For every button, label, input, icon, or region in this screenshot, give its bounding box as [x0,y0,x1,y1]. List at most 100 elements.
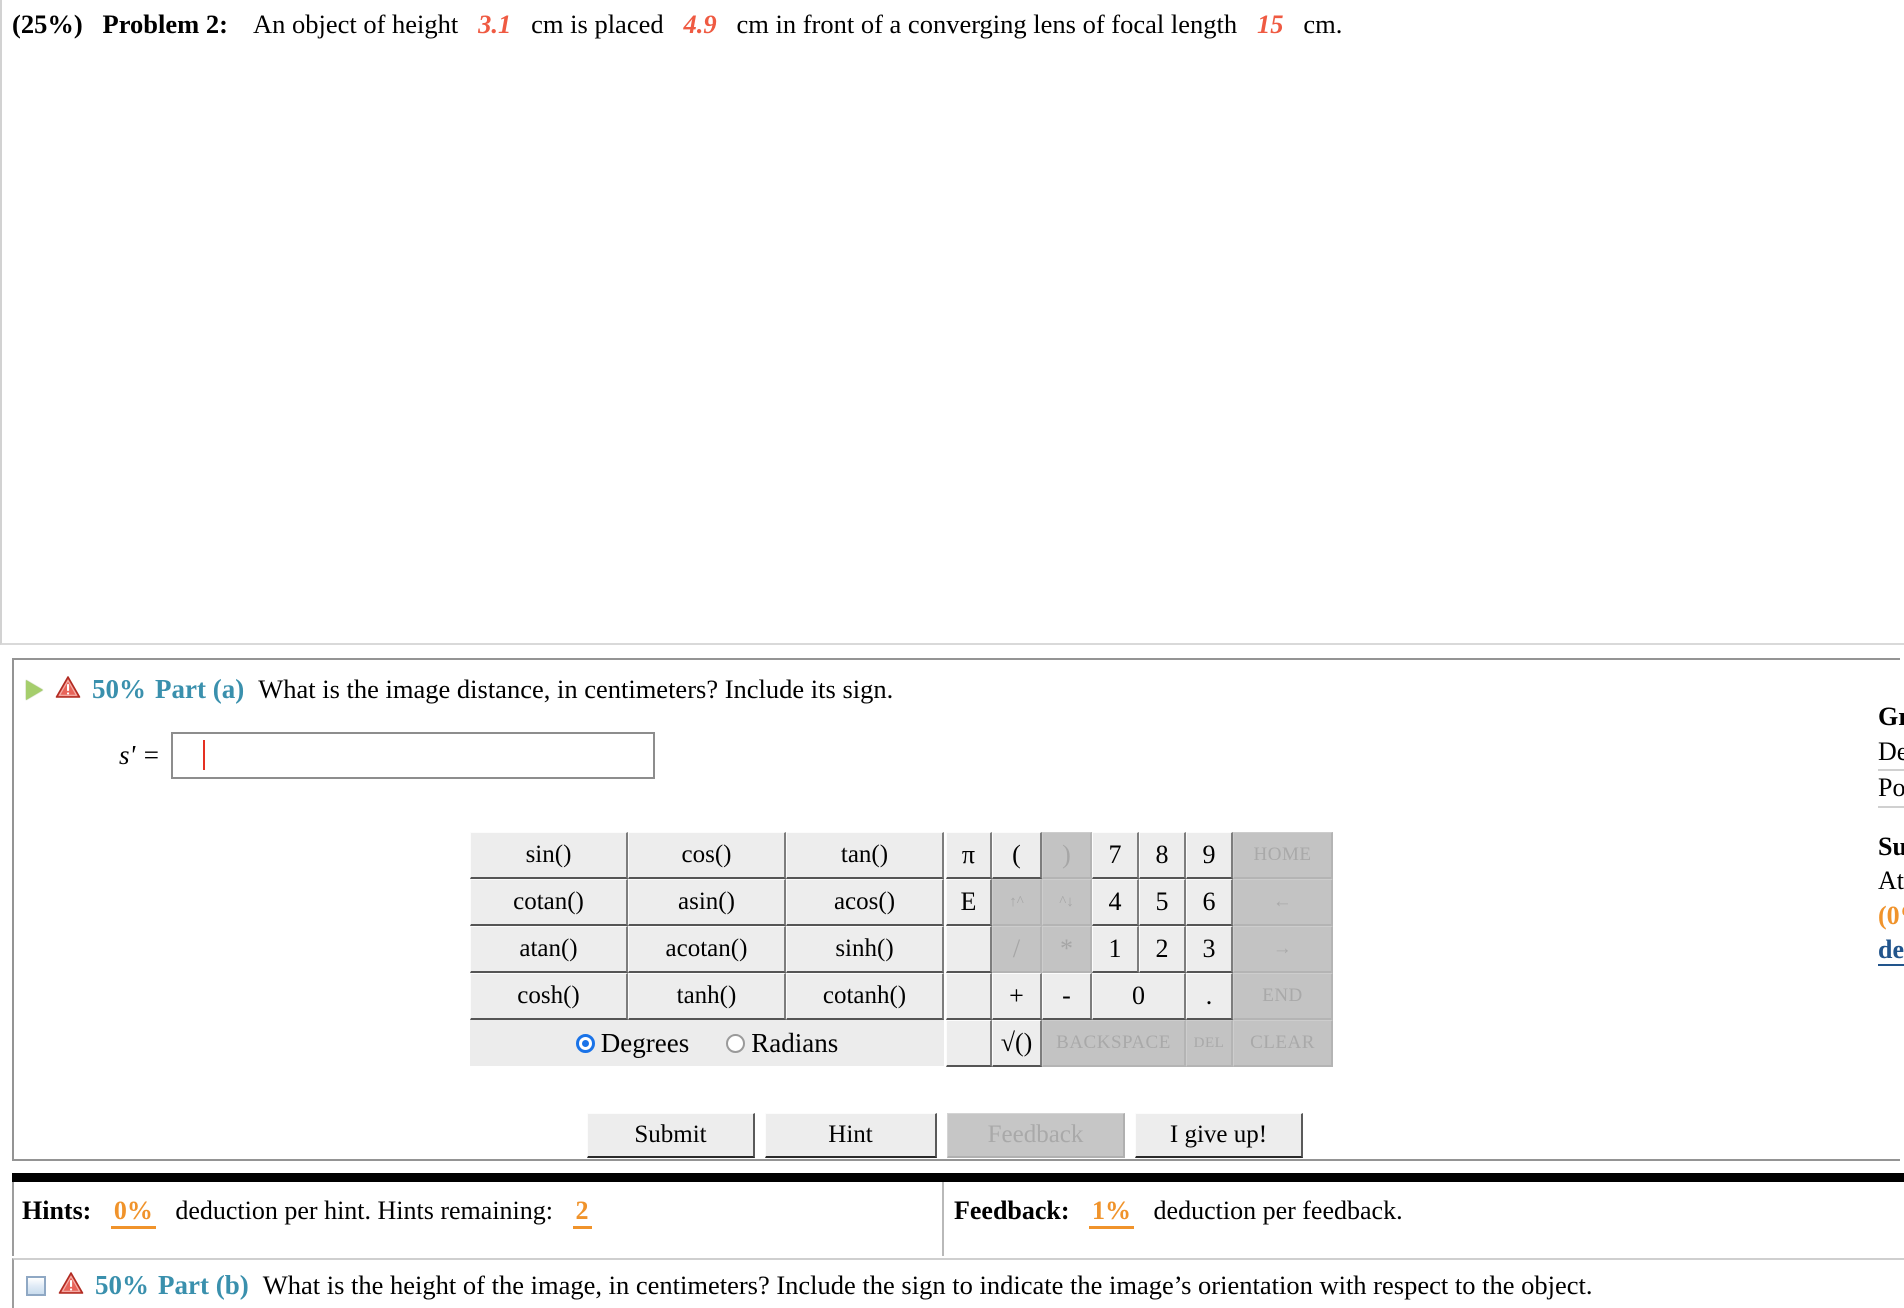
section-divider [12,1173,1904,1182]
key-2[interactable]: 2 [1139,926,1186,973]
key-arrow-right: → [1233,926,1333,973]
func-key-cos[interactable]: cos() [628,832,786,879]
problem-statement-text: (25%) Problem 2: An object of height 3.1… [12,8,1342,42]
func-key-acos[interactable]: acos() [786,879,944,926]
problem-text-part-4: cm. [1303,9,1343,39]
key-1[interactable]: 1 [1092,926,1139,973]
feedback-description: deduction per feedback. [1153,1196,1403,1225]
key-end: END [1233,973,1333,1020]
key-multiply: * [1042,926,1092,973]
feedback-deduction-percent: 1% [1089,1196,1135,1229]
key-pi[interactable]: π [946,832,992,879]
hints-deduction-percent: 0% [110,1196,156,1229]
func-key-atan[interactable]: atan() [470,926,628,973]
problem-distance-value: 4.9 [683,9,717,39]
radio-radians-dot[interactable] [726,1034,746,1054]
function-key-row: cotan() asin() acos() [470,879,944,926]
submit-button[interactable]: Submit [587,1113,755,1158]
answer-input[interactable] [171,732,656,779]
attempts-row: Attempts remaining: [1878,864,1904,899]
func-key-tan[interactable]: tan() [786,832,944,879]
submissions-heading: Submissions [1878,831,1904,861]
func-key-cosh[interactable]: cosh() [470,973,628,1020]
key-close-paren: ) [1042,832,1092,879]
attempts-remaining-label: Attempts remaining: [1878,866,1904,896]
func-key-sinh[interactable]: sinh() [786,926,944,973]
key-3[interactable]: 3 [1186,926,1233,973]
key-decimal[interactable]: . [1186,973,1233,1020]
collapsed-square-icon[interactable] [26,1275,46,1296]
key-sqrt[interactable]: √() [992,1020,1042,1067]
hints-label: Hints: [22,1196,92,1225]
func-key-acotan[interactable]: acotan() [628,926,786,973]
keypad-row: + - 0 . END [946,973,1333,1020]
radio-degrees[interactable]: Degrees [575,1028,689,1059]
part-b-percent: 50% [95,1270,149,1300]
give-up-button[interactable]: I give up! [1135,1113,1303,1158]
key-8[interactable]: 8 [1139,832,1186,879]
key-0[interactable]: 0 [1092,973,1186,1020]
key-open-paren[interactable]: ( [992,832,1042,879]
per-attempt-penalty: (0% per attempt) [1878,900,1904,930]
answer-field-label: s' = [119,740,161,770]
problem-focal-value: 15 [1257,9,1284,39]
hint-button[interactable]: Hint [765,1113,937,1158]
key-blank-3 [946,1020,992,1067]
deductions-label: Deductions [1878,735,1904,772]
numeric-keypad: π ( ) 7 8 9 HOME E ↑^ ^↓ 4 5 6 ← / * 1 2… [946,832,1333,1067]
submissions-title: Submissions [1878,830,1904,865]
potential-label: Potential [1878,771,1904,808]
problem-statement-panel: (25%) Problem 2: An object of height 3.1… [0,0,1904,645]
feedback-label: Feedback: [954,1196,1070,1225]
key-blank-1 [946,926,992,973]
key-e[interactable]: E [946,879,992,926]
feedback-button: Feedback [947,1113,1125,1158]
warning-triangle-icon [55,675,81,704]
feedback-info: Feedback: 1% deduction per feedback. [954,1196,1403,1229]
problem-text-part-3: cm in front of a converging lens of foca… [736,9,1238,39]
text-caret [203,740,205,770]
hints-info: Hints: 0% deduction per hint. Hints rema… [22,1196,592,1229]
part-a-question: What is the image distance, in centimete… [258,674,894,704]
grade-summary-heading: Grade Summary [1878,702,1904,731]
func-key-cotan[interactable]: cotan() [470,879,628,926]
func-key-asin[interactable]: asin() [628,879,786,926]
problem-text-part-2: cm is placed [531,9,664,39]
warning-triangle-icon [58,1271,84,1300]
keypad-row: π ( ) 7 8 9 HOME [946,832,1333,879]
hints-feedback-divider [942,1182,944,1256]
key-plus[interactable]: + [992,973,1042,1020]
func-key-tanh[interactable]: tanh() [628,973,786,1020]
key-minus[interactable]: - [1042,973,1092,1020]
function-key-row: cosh() tanh() cotanh() [470,973,944,1020]
key-9[interactable]: 9 [1186,832,1233,879]
keypad-row: E ↑^ ^↓ 4 5 6 ← [946,879,1333,926]
play-triangle-icon[interactable] [26,679,43,700]
detailed-view-row[interactable]: detailed view [1878,933,1904,968]
part-b-header[interactable]: 50% Part (b) What is the height of the i… [24,1270,1592,1301]
function-keypad: sin() cos() tan() cotan() asin() acos() … [470,832,944,1066]
key-7[interactable]: 7 [1092,832,1139,879]
part-b-name: Part (b) [158,1270,249,1300]
part-a-header: 50% Part (a) What is the image distance,… [24,674,893,705]
problem-label: Problem 2: [102,9,228,39]
problem-text-part-1: An object of height [252,9,459,39]
key-6[interactable]: 6 [1186,879,1233,926]
func-key-sin[interactable]: sin() [470,832,628,879]
radio-radians-label: Radians [751,1028,839,1059]
key-divide: / [992,926,1042,973]
key-power-up: ↑^ [992,879,1042,926]
func-key-cotanh[interactable]: cotanh() [786,973,944,1020]
key-5[interactable]: 5 [1139,879,1186,926]
part-a-percent: 50% [92,674,146,704]
keypad-row: √() BACKSPACE DEL CLEAR [946,1020,1333,1067]
detailed-view-link[interactable]: detailed view [1878,935,1904,967]
key-clear: CLEAR [1233,1020,1333,1067]
radio-radians[interactable]: Radians [726,1028,838,1059]
hints-description: deduction per hint. Hints remaining: [175,1196,553,1225]
key-del: DEL [1186,1020,1233,1067]
function-key-row: sin() cos() tan() [470,832,944,879]
radio-degrees-dot[interactable] [575,1034,595,1054]
key-4[interactable]: 4 [1092,879,1139,926]
